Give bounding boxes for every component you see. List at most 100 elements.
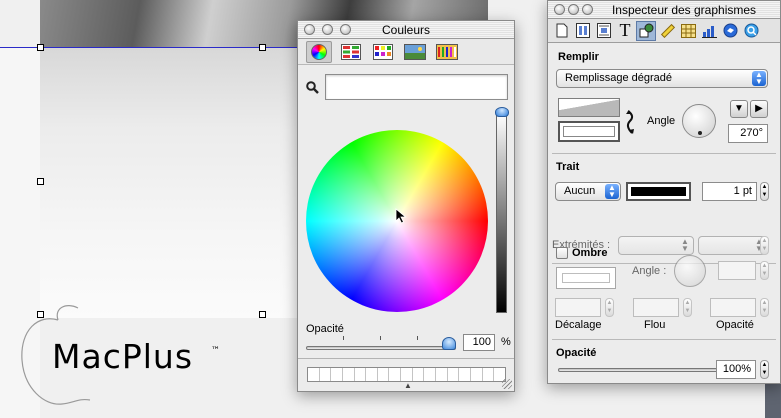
link-icon: [723, 23, 737, 38]
shadow-offset-field[interactable]: [555, 298, 601, 317]
mouse-cursor-icon: [395, 208, 407, 224]
swatch-cell[interactable]: [483, 368, 495, 381]
graphics-inspector-panel[interactable]: Inspecteur des graphismes T Remplir Remp…: [547, 0, 781, 384]
section-divider: [552, 153, 776, 154]
shadow-opacity-field[interactable]: [710, 298, 756, 317]
selection-handle-bottom-middle[interactable]: [259, 311, 266, 318]
wrap-inspector-tab[interactable]: [594, 21, 614, 41]
shadow-checkbox[interactable]: [556, 247, 568, 259]
brightness-slider-knob[interactable]: [495, 107, 509, 117]
text-inspector-tab[interactable]: T: [615, 20, 635, 41]
gradient-start-color-well[interactable]: [558, 98, 620, 117]
fill-angle-label: Angle: [647, 115, 676, 127]
swatch-cell[interactable]: [401, 368, 413, 381]
gradient-direction-right-button[interactable]: ▶: [750, 100, 768, 118]
macplus-logo-text: MacPlus: [52, 337, 194, 376]
gradient-direction-down-button[interactable]: ▼: [730, 100, 748, 118]
opacity-slider[interactable]: [306, 346, 456, 350]
shadow-blur-field[interactable]: [633, 298, 679, 317]
close-button[interactable]: [554, 4, 565, 15]
shadow-blur-stepper[interactable]: ▲ ▼: [683, 298, 692, 317]
swatch-tray[interactable]: [307, 367, 506, 382]
opacity-tick: [417, 336, 418, 340]
stroke-style-popup[interactable]: Aucun ▲ ▼: [555, 182, 621, 201]
arrow-right-icon: ▶: [755, 103, 763, 114]
swatch-cell[interactable]: [424, 368, 437, 381]
minimize-button[interactable]: [568, 4, 579, 15]
layout-inspector-tab[interactable]: [573, 21, 593, 41]
image-palettes-tab[interactable]: [402, 41, 428, 63]
start-endpoint-popup[interactable]: ▲ ▼: [618, 236, 694, 255]
layout-icon: [576, 23, 590, 38]
swatch-cell[interactable]: [320, 368, 332, 381]
shadow-color-well[interactable]: [556, 267, 616, 289]
graphic-inspector-tab[interactable]: [636, 20, 656, 41]
swatch-cell[interactable]: [459, 368, 471, 381]
search-icon: [306, 81, 319, 98]
quicktime-inspector-tab[interactable]: [741, 21, 761, 41]
fill-angle-knob[interactable]: [682, 104, 716, 138]
link-inspector-tab[interactable]: [720, 21, 740, 41]
stroke-width-stepper[interactable]: ▲ ▼: [760, 182, 769, 201]
shadow-angle-field[interactable]: [718, 261, 756, 280]
swatch-cell[interactable]: [366, 368, 378, 381]
opacity-tick: [343, 336, 344, 340]
shadow-angle-knob[interactable]: [674, 255, 706, 287]
color-sliders-tab[interactable]: [338, 41, 364, 63]
popup-arrows-icon: ▲ ▼: [605, 184, 619, 199]
swatch-cell[interactable]: [448, 368, 460, 381]
fill-angle-field[interactable]: 270°: [728, 124, 768, 143]
brightness-slider[interactable]: [495, 107, 509, 313]
resize-grip-icon[interactable]: [502, 379, 512, 389]
crayons-tab[interactable]: [434, 41, 460, 63]
swatch-cell[interactable]: [308, 368, 320, 381]
swatch-cell[interactable]: [413, 368, 425, 381]
swatch-cell[interactable]: [355, 368, 367, 381]
shadow-angle-stepper[interactable]: ▲ ▼: [760, 261, 769, 280]
swatch-cell[interactable]: [436, 368, 448, 381]
opacity-field[interactable]: 100: [463, 334, 495, 351]
image-palettes-icon: [404, 43, 426, 60]
swatch-drawer-grip-icon[interactable]: ▲: [404, 381, 412, 390]
swatch-cell[interactable]: [471, 368, 483, 381]
selection-handle-middle-left[interactable]: [37, 178, 44, 185]
endpoint-scale-stepper[interactable]: ▲ ▼: [760, 236, 769, 255]
window-backdrop-strip: [765, 384, 781, 418]
object-opacity-field[interactable]: 100%: [716, 360, 756, 379]
object-opacity-slider[interactable]: [558, 368, 742, 372]
shadow-section-label: Ombre: [572, 247, 608, 259]
shadow-offset-label: Décalage: [555, 319, 602, 331]
color-palettes-tab[interactable]: [370, 41, 396, 63]
swatch-divider: [298, 358, 514, 359]
swatch-cell[interactable]: [331, 368, 343, 381]
stroke-width-field[interactable]: 1 pt: [702, 182, 757, 201]
shadow-offset-stepper[interactable]: ▲ ▼: [605, 298, 614, 317]
gradient-end-color-well[interactable]: [558, 121, 620, 142]
swatch-cell[interactable]: [343, 368, 355, 381]
metrics-inspector-tab[interactable]: [657, 21, 677, 41]
table-inspector-tab[interactable]: [678, 21, 698, 41]
selection-handle-top-left[interactable]: [37, 44, 44, 51]
popup-arrows-icon: ▲ ▼: [752, 71, 766, 86]
fill-type-popup[interactable]: Remplissage dégradé ▲ ▼: [556, 69, 768, 88]
swap-colors-icon[interactable]: [624, 109, 636, 135]
swatch-cell[interactable]: [378, 368, 390, 381]
chart-inspector-tab[interactable]: [699, 21, 719, 41]
inspector-title: Inspecteur des graphismes: [611, 3, 757, 17]
crayons-icon: [436, 43, 458, 60]
selection-handle-top-middle[interactable]: [259, 44, 266, 51]
document-inspector-tab[interactable]: [552, 21, 572, 41]
color-search-input[interactable]: [325, 74, 508, 100]
end-endpoint-popup[interactable]: ▲ ▼: [698, 236, 768, 255]
color-wheel-tab[interactable]: [306, 40, 332, 63]
inspector-titlebar[interactable]: Inspecteur des graphismes: [548, 1, 780, 19]
object-opacity-stepper[interactable]: ▲ ▼: [760, 360, 769, 379]
popup-arrows-icon: ▲ ▼: [681, 237, 689, 253]
stroke-color-well[interactable]: [626, 182, 691, 201]
colors-titlebar[interactable]: Couleurs: [298, 21, 514, 39]
opacity-tick: [380, 336, 381, 340]
swatch-cell[interactable]: [389, 368, 402, 381]
shadow-opacity-stepper[interactable]: ▲ ▼: [760, 298, 769, 317]
opacity-slider-knob[interactable]: [442, 337, 456, 350]
colors-panel[interactable]: Couleurs Opacité 100 % ▲: [297, 20, 515, 392]
